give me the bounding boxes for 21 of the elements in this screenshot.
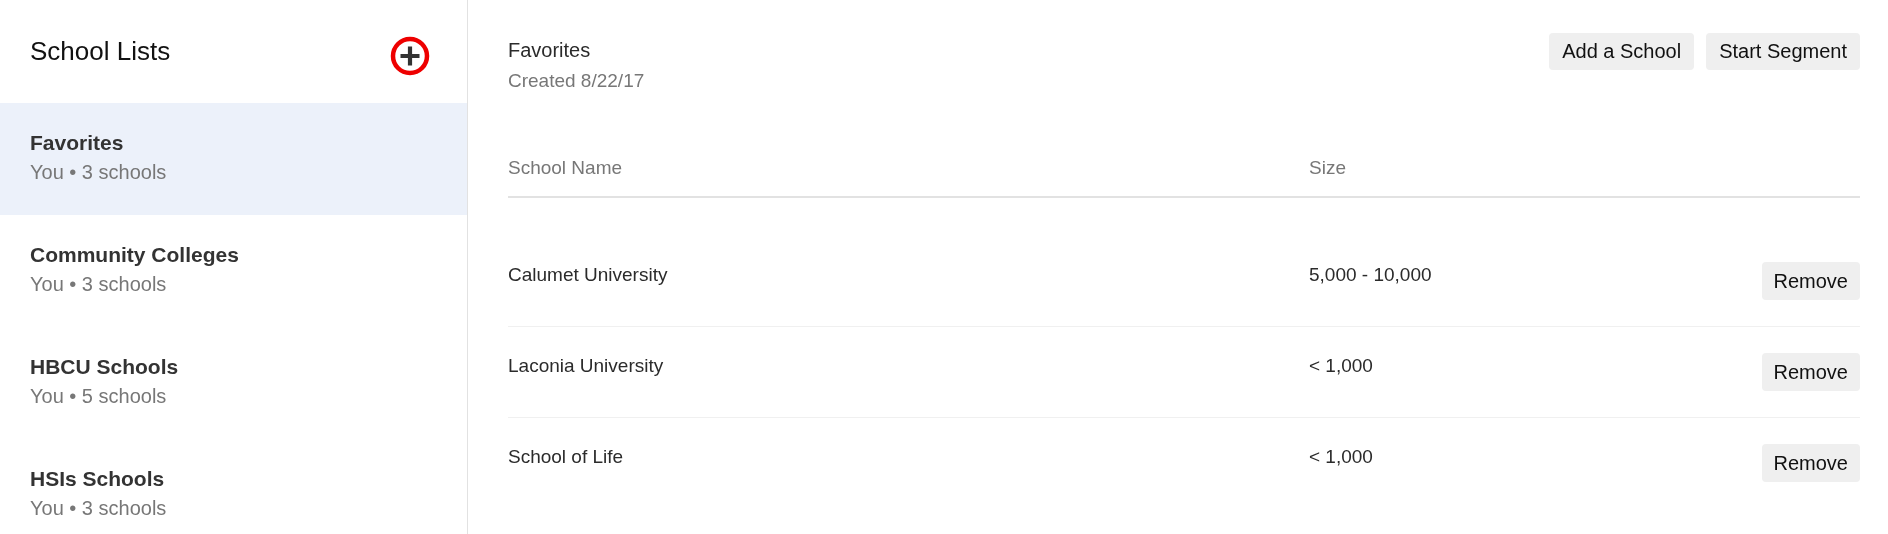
column-header: Size xyxy=(1309,157,1347,179)
remove-button[interactable]: Remove xyxy=(1761,353,1860,391)
created-date: Created 8/22/17 xyxy=(508,70,645,92)
sidebar-item[interactable]: HBCU Schools You • 5 schools xyxy=(0,327,467,439)
school-name-cell-text: Calumet University xyxy=(508,264,669,286)
list-title: Favorites xyxy=(508,39,592,62)
sidebar-item[interactable]: Community Colleges You • 3 schools xyxy=(0,215,467,327)
remove-button[interactable]: Remove xyxy=(1761,262,1860,300)
sidebar-item[interactable]: HSIs Schools You • 3 schools xyxy=(0,439,467,534)
action-button[interactable]: Add a School xyxy=(1549,33,1695,70)
size-cell-text: < 1,000 xyxy=(1309,446,1374,468)
column-header: School Name xyxy=(508,157,624,179)
size-cell-text: 5,000 - 10,000 xyxy=(1309,264,1433,286)
school-name-cell-text: School of Life xyxy=(508,446,625,468)
remove-button[interactable]: Remove xyxy=(1761,444,1860,482)
size-cell-text: < 1,000 xyxy=(1309,355,1374,377)
sidebar-title: School Lists xyxy=(30,36,171,67)
sidebar-item[interactable]: Favorites You • 3 schools xyxy=(0,103,467,215)
school-name-cell-text: Laconia University xyxy=(508,355,665,377)
action-button[interactable]: Start Segment xyxy=(1706,33,1860,70)
add-list-icon[interactable] xyxy=(390,36,430,76)
